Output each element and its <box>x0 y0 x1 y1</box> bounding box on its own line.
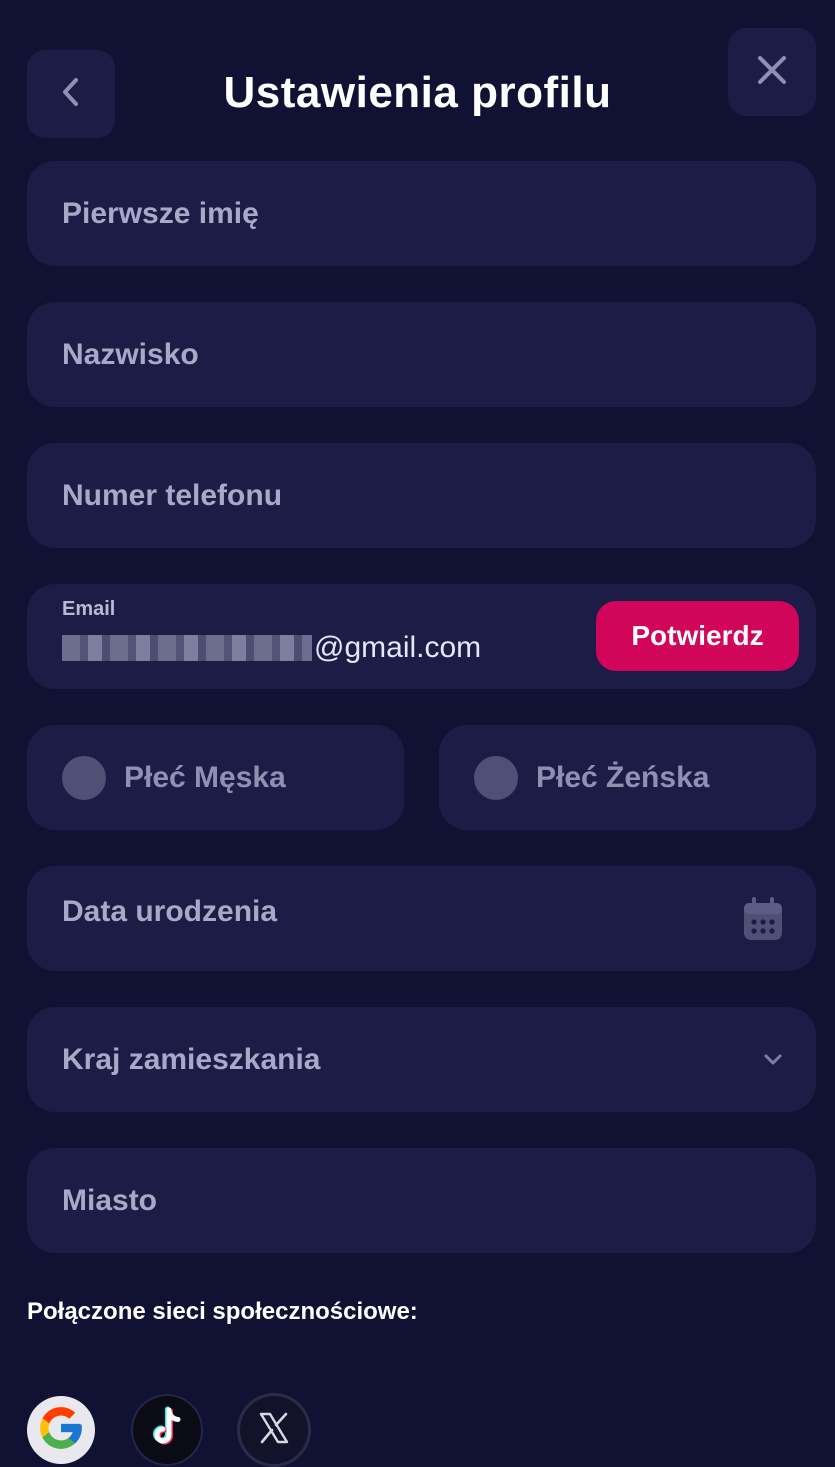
first-name-field[interactable]: Pierwsze imię <box>27 161 816 266</box>
tiktok-icon <box>147 1406 187 1455</box>
birth-date-field[interactable]: Data urodzenia <box>27 866 816 971</box>
last-name-placeholder: Nazwisko <box>62 337 199 371</box>
chevron-down-icon[interactable] <box>762 1053 784 1067</box>
google-icon <box>36 1403 86 1458</box>
first-name-placeholder: Pierwsze imię <box>62 196 259 230</box>
email-redacted-mask <box>62 635 312 661</box>
birth-date-placeholder: Data urodzenia <box>62 894 278 928</box>
phone-field[interactable]: Numer telefonu <box>27 443 816 548</box>
phone-placeholder: Numer telefonu <box>62 478 283 512</box>
gender-female-option[interactable]: Płeć Żeńska <box>439 725 816 830</box>
last-name-field[interactable]: Nazwisko <box>27 302 816 407</box>
close-button[interactable] <box>728 28 816 116</box>
radio-female[interactable] <box>474 755 518 800</box>
email-field[interactable]: Email @gmail.com Potwierdz <box>27 584 816 689</box>
calendar-icon[interactable] <box>742 896 784 942</box>
radio-male[interactable] <box>62 755 106 800</box>
x-button[interactable] <box>240 1396 308 1464</box>
google-button[interactable] <box>27 1396 95 1464</box>
close-icon <box>752 50 792 95</box>
tiktok-button[interactable] <box>133 1396 201 1464</box>
gender-male-option[interactable]: Płeć Męska <box>27 725 404 830</box>
email-domain: @gmail.com <box>314 631 482 664</box>
social-networks-title: Połączone sieci społecznościowe: <box>27 1298 418 1325</box>
country-placeholder: Kraj zamieszkania <box>62 1042 321 1076</box>
gender-female-label: Płeć Żeńska <box>536 760 710 794</box>
page-title: Ustawienia profilu <box>223 68 612 117</box>
gender-male-label: Płeć Męska <box>124 760 286 794</box>
city-placeholder: Miasto <box>62 1183 158 1217</box>
country-select[interactable]: Kraj zamieszkania <box>27 1007 816 1112</box>
confirm-email-button[interactable]: Potwierdz <box>596 601 799 671</box>
x-icon <box>256 1410 292 1451</box>
city-field[interactable]: Miasto <box>27 1148 816 1253</box>
